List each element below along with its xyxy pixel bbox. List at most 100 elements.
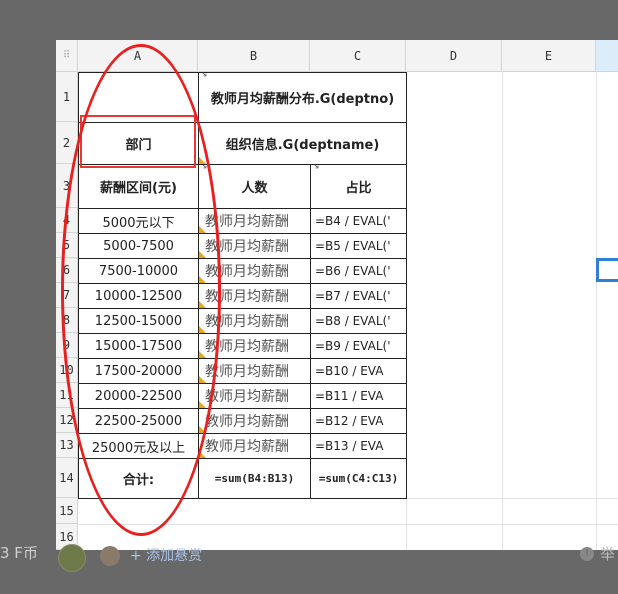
dept-value-text: 组织信息.G(deptname) (225, 138, 380, 153)
comment-marker-icon (199, 326, 206, 333)
column-header-c[interactable]: C (310, 40, 406, 72)
row-header-1[interactable]: 1 (56, 72, 78, 122)
count-cell[interactable]: 教师月均薪酬 (198, 408, 311, 434)
row-header-2[interactable]: 2 (56, 122, 78, 164)
cell-c14-total-ratio-formula[interactable]: =sum(C4:C13) (310, 458, 407, 499)
range-cell[interactable]: 5000-7500 (78, 233, 199, 259)
active-cell-selection[interactable] (596, 258, 618, 282)
count-header-text: 人数 (241, 181, 268, 196)
range-cell[interactable]: 7500-10000 (78, 258, 199, 284)
row-header-3[interactable]: 3 (56, 164, 78, 208)
count-cell[interactable]: 教师月均薪酬 (198, 383, 311, 409)
count-cell-text: 教师月均薪酬 (205, 339, 289, 355)
row-header-10[interactable]: 10 (56, 358, 78, 383)
spreadsheet: ⠿ A B C D E 1 2 3 4 5 6 7 8 9 10 11 12 1… (56, 40, 618, 550)
ratio-formula-cell[interactable]: =B12 / EVA (310, 408, 407, 434)
row-header-7[interactable]: 7 (56, 283, 78, 308)
cell-b3-count-header[interactable]: ↘ 人数 (198, 164, 311, 209)
add-reward-link[interactable]: + 添加悬赏 (130, 545, 202, 565)
row-header-11[interactable]: 11 (56, 383, 78, 408)
count-cell-text: 教师月均薪酬 (205, 214, 289, 230)
row-header-9[interactable]: 9 (56, 333, 78, 358)
count-cell-text: 教师月均薪酬 (205, 414, 289, 430)
count-cell[interactable]: 教师月均薪酬 (198, 433, 311, 459)
ratio-formula-cell[interactable]: =B4 / EVAL(' (310, 208, 407, 234)
comment-marker-icon (199, 226, 206, 233)
expand-arrow-icon: ↘ (200, 72, 208, 80)
cell-b14-total-count-formula[interactable]: =sum(B4:B13) (198, 458, 311, 499)
cell-a3-range-header[interactable]: 薪酬区间(元) (78, 164, 199, 209)
row-header-15[interactable]: 15 (56, 498, 78, 524)
row-header-4[interactable]: 4 (56, 208, 78, 233)
row-header-12[interactable]: 12 (56, 408, 78, 433)
comment-marker-icon (199, 426, 206, 433)
range-cell[interactable]: 20000-22500 (78, 383, 199, 409)
select-all-corner[interactable]: ⠿ (56, 40, 78, 72)
column-header-d[interactable]: D (406, 40, 502, 72)
ratio-formula-cell[interactable]: =B13 / EVA (310, 433, 407, 459)
count-cell-text: 教师月均薪酬 (205, 439, 289, 455)
range-cell[interactable]: 22500-25000 (78, 408, 199, 434)
row-header-8[interactable]: 8 (56, 308, 78, 333)
range-cell[interactable]: 15000-17500 (78, 333, 199, 359)
row-header-5[interactable]: 5 (56, 233, 78, 258)
report-title-text: 教师月均薪酬分布.G(deptno) (210, 92, 395, 107)
column-header-f[interactable] (596, 40, 618, 72)
count-cell[interactable]: 教师月均薪酬 (198, 233, 311, 259)
dept-cell-highlight (80, 115, 196, 168)
gridline (78, 524, 618, 525)
ratio-formula-cell[interactable]: =B9 / EVAL(' (310, 333, 407, 359)
column-header-a[interactable]: A (78, 40, 198, 72)
count-cell-text: 教师月均薪酬 (205, 264, 289, 280)
count-cell[interactable]: 教师月均薪酬 (198, 283, 311, 309)
count-cell[interactable]: 教师月均薪酬 (198, 333, 311, 359)
ratio-formula-cell[interactable]: =B10 / EVA (310, 358, 407, 384)
column-header-e[interactable]: E (502, 40, 596, 72)
count-cell-text: 教师月均薪酬 (205, 314, 289, 330)
gridline (596, 72, 597, 550)
comment-marker-icon (199, 401, 206, 408)
count-cell[interactable]: 教师月均薪酬 (198, 358, 311, 384)
ratio-formula-cell[interactable]: =B8 / EVAL(' (310, 308, 407, 334)
count-cell-text: 教师月均薪酬 (205, 239, 289, 255)
user-avatar-small[interactable] (100, 546, 120, 566)
expand-arrow-icon: ↘ (312, 164, 320, 172)
comment-marker-icon (199, 276, 206, 283)
count-cell[interactable]: 教师月均薪酬 (198, 208, 311, 234)
report-link[interactable]: 举 (600, 543, 615, 564)
cell-c3-ratio-header[interactable]: ↘ 占比 (310, 164, 407, 209)
row-header-13[interactable]: 13 (56, 433, 78, 458)
expand-arrow-icon: ↘ (200, 164, 208, 172)
count-cell[interactable]: 教师月均薪酬 (198, 308, 311, 334)
ratio-header-text: 占比 (345, 181, 372, 196)
cell-a14-total-label[interactable]: 合计: (78, 458, 199, 499)
count-cell-text: 教师月均薪酬 (205, 364, 289, 380)
range-cell[interactable]: 10000-12500 (78, 283, 199, 309)
ratio-formula-cell[interactable]: =B5 / EVAL(' (310, 233, 407, 259)
column-header-b[interactable]: B (198, 40, 310, 72)
ratio-formula-cell[interactable]: =B6 / EVAL(' (310, 258, 407, 284)
count-cell-text: 教师月均薪酬 (205, 289, 289, 305)
cell-b1-report-title[interactable]: ↘ 教师月均薪酬分布.G(deptno) (198, 72, 407, 123)
comment-marker-icon (199, 351, 206, 358)
range-cell[interactable]: 12500-15000 (78, 308, 199, 334)
range-cell[interactable]: 5000元以下 (78, 208, 199, 234)
comment-marker-icon (199, 157, 206, 164)
comment-marker-icon (199, 251, 206, 258)
range-cell[interactable]: 17500-20000 (78, 358, 199, 384)
row-header-14[interactable]: 14 (56, 458, 78, 498)
range-cell[interactable]: 25000元及以上 (78, 433, 199, 459)
cell-b2-dept-value[interactable]: 组织信息.G(deptname) (198, 122, 407, 165)
comment-marker-icon (199, 451, 206, 458)
count-cell[interactable]: 教师月均薪酬 (198, 258, 311, 284)
ratio-formula-cell[interactable]: =B7 / EVAL(' (310, 283, 407, 309)
coin-reward-text: 3 F币 (0, 544, 38, 562)
count-cell-text: 教师月均薪酬 (205, 389, 289, 405)
info-icon[interactable]: ! (580, 547, 594, 561)
user-avatar[interactable] (58, 544, 86, 572)
gridline (502, 72, 503, 550)
comment-marker-icon (199, 376, 206, 383)
comment-marker-icon (199, 301, 206, 308)
row-header-6[interactable]: 6 (56, 258, 78, 283)
ratio-formula-cell[interactable]: =B11 / EVA (310, 383, 407, 409)
